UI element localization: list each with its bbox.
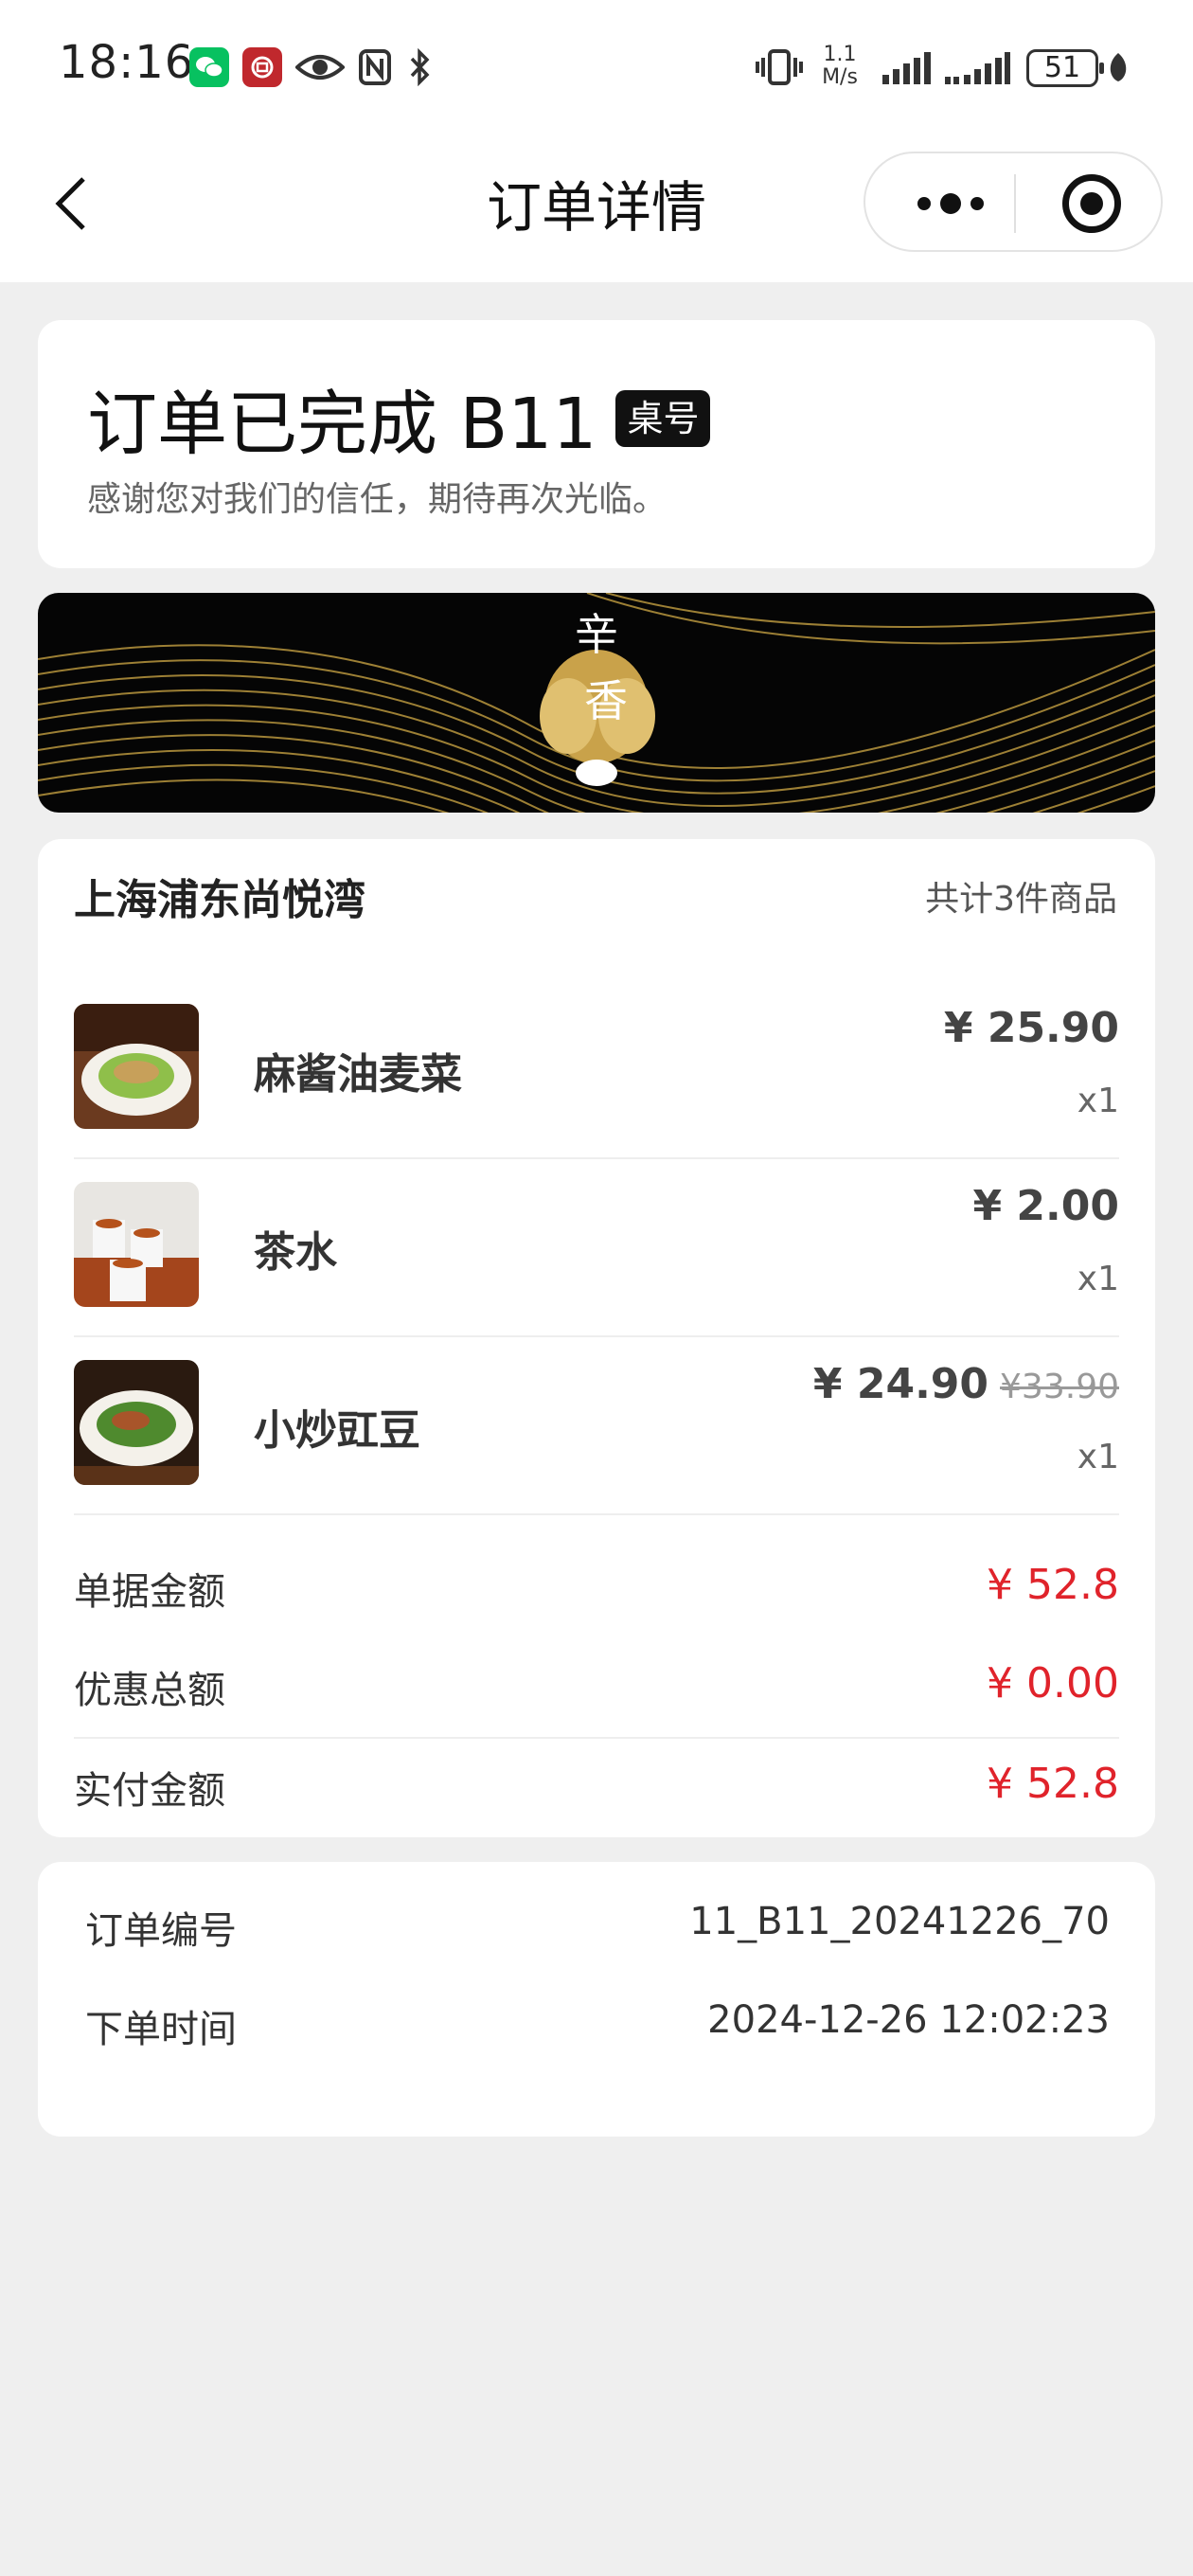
nfc-icon <box>358 47 392 87</box>
brand-logo-icon: 辛 香 <box>540 609 655 786</box>
order-status-text: 订单已完成 B11 <box>87 384 597 465</box>
order-number-value[interactable]: 11_B11_20241226_70 <box>689 1900 1110 1943</box>
order-number-label: 订单编号 <box>85 1909 237 1953</box>
store-name: 上海浦东尚悦湾 <box>74 876 365 924</box>
dish-image <box>74 1004 199 1129</box>
wechat-icon <box>189 47 229 87</box>
order-time-label: 下单时间 <box>85 2008 237 2051</box>
bill-amount-row: 单据金额 ¥ 52.8 <box>74 1561 1119 1618</box>
dish-price: ¥ 24.90 <box>812 1360 989 1408</box>
divider <box>74 1737 1119 1739</box>
dish-price: ¥ 25.90 <box>943 1004 1119 1052</box>
order-item[interactable]: 小炒豇豆 ¥ 24.90 ¥33.90 x1 <box>74 1360 1119 1538</box>
paid-amount-value: ¥ 52.8 <box>987 1760 1119 1808</box>
more-dots-icon[interactable] <box>903 180 998 227</box>
dish-quantity: x1 <box>1077 1438 1119 1476</box>
dish-quantity: x1 <box>1077 1260 1119 1298</box>
status-time: 18:16 <box>59 36 195 89</box>
order-time-value: 2024-12-26 12:02:23 <box>707 1998 1110 2042</box>
vibrate-icon <box>756 47 803 87</box>
divider <box>74 1335 1119 1337</box>
dish-image <box>74 1182 199 1307</box>
order-info-card: 订单编号 11_B11_20241226_70 下单时间 2024-12-26 … <box>38 1862 1155 2137</box>
record-target-icon[interactable] <box>1062 174 1121 233</box>
bank-app-icon <box>242 47 282 87</box>
order-status-subtitle: 感谢您对我们的信任，期待再次光临。 <box>87 480 668 519</box>
bill-amount-label: 单据金额 <box>74 1570 225 1614</box>
paid-amount-label: 实付金额 <box>74 1769 225 1813</box>
discount-label: 优惠总额 <box>74 1669 225 1712</box>
discount-row: 优惠总额 ¥ 0.00 <box>74 1659 1119 1716</box>
bluetooth-icon <box>405 47 434 87</box>
eye-icon <box>294 47 347 87</box>
dish-image <box>74 1360 199 1485</box>
paid-amount-row: 实付金额 ¥ 52.8 <box>74 1760 1119 1816</box>
top-bar: 18:16 1.1 M/s 51 订单详情 <box>0 0 1193 282</box>
divider <box>74 1157 1119 1159</box>
banner-gold-lines: 辛 香 <box>38 593 1155 813</box>
capsule-divider <box>1014 174 1016 233</box>
dish-name: 麻酱油麦菜 <box>254 1050 462 1099</box>
dish-price: ¥ 2.00 <box>972 1182 1120 1230</box>
dish-quantity: x1 <box>1077 1082 1119 1120</box>
leaf-icon <box>1106 47 1131 87</box>
bill-amount-value: ¥ 52.8 <box>987 1561 1119 1609</box>
order-item[interactable]: 茶水 ¥ 2.00 x1 <box>74 1182 1119 1360</box>
order-items-card: 上海浦东尚悦湾 共计3件商品 麻酱油麦菜 ¥ 25.90 x1 茶水 ¥ 2.0… <box>38 839 1155 1837</box>
item-count: 共计3件商品 <box>925 880 1117 919</box>
mini-program-capsule <box>864 152 1163 252</box>
order-time-row: 下单时间 2024-12-26 12:02:23 <box>85 1998 1131 2055</box>
battery-indicator: 51 <box>1026 49 1104 87</box>
discount-value: ¥ 0.00 <box>987 1659 1119 1708</box>
order-item[interactable]: 麻酱油麦菜 ¥ 25.90 x1 <box>74 1004 1119 1182</box>
dish-name: 茶水 <box>254 1228 337 1277</box>
table-number-badge: 桌号 <box>615 389 711 447</box>
svg-text:辛: 辛 <box>575 609 618 660</box>
dish-name: 小炒豇豆 <box>254 1406 420 1455</box>
order-status-card: 订单已完成 B11 桌号 感谢您对我们的信任，期待再次光临。 <box>38 320 1155 568</box>
divider <box>74 1513 1119 1515</box>
order-number-row: 订单编号 11_B11_20241226_70 <box>85 1900 1131 1957</box>
network-speed: 1.1 M/s <box>822 43 858 89</box>
order-status-title: 订单已完成 B11 桌号 <box>87 367 711 469</box>
dish-original-price: ¥33.90 <box>1000 1368 1119 1406</box>
signal-icon <box>943 47 1011 87</box>
signal-icon <box>881 47 934 87</box>
svg-text:香: 香 <box>584 675 628 726</box>
brand-banner: 辛 香 <box>38 593 1155 813</box>
